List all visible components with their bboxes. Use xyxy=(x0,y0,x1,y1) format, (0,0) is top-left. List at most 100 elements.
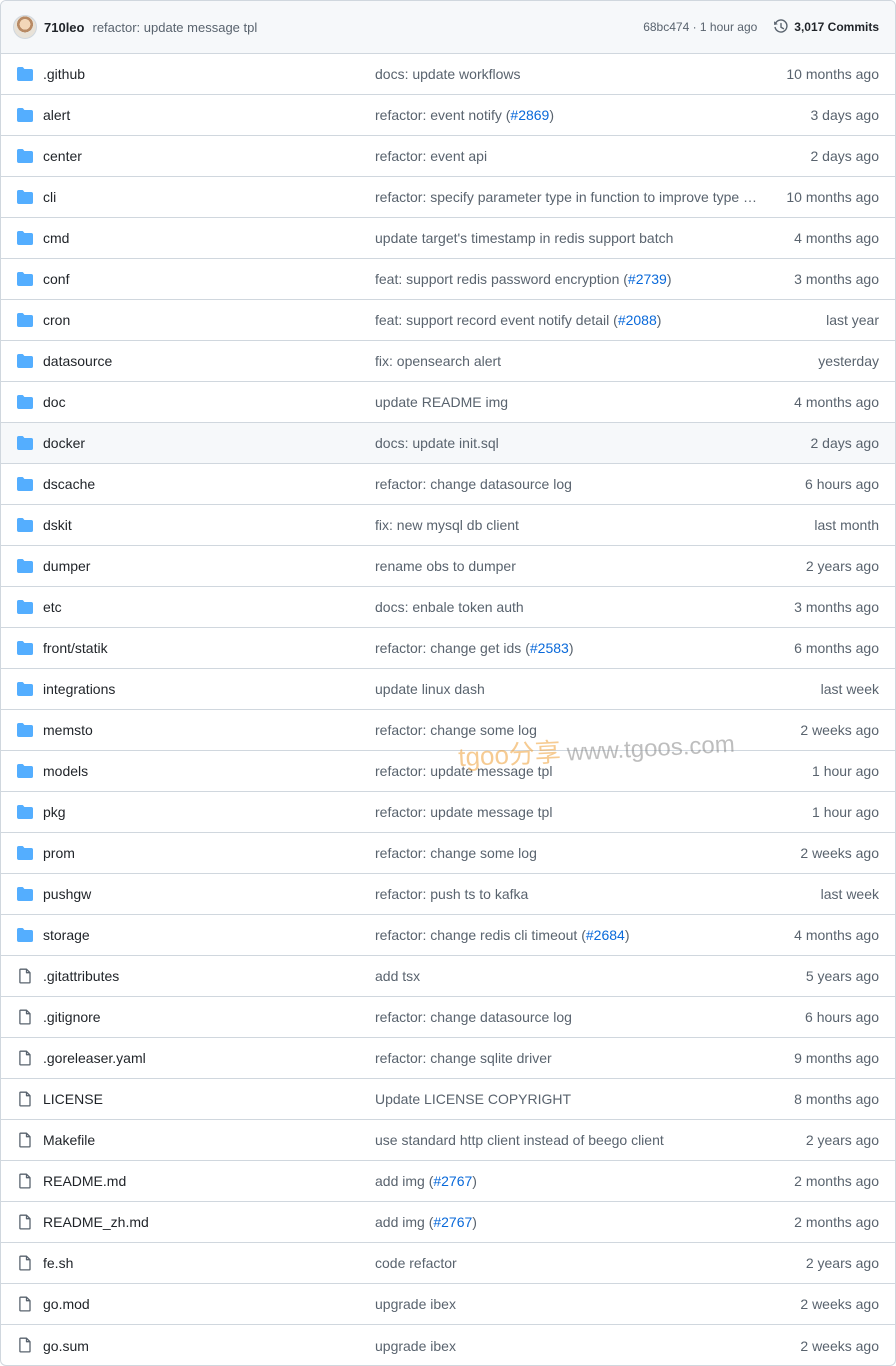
file-name[interactable]: integrations xyxy=(43,681,115,697)
commit-message-link[interactable]: refactor: update message tpl xyxy=(375,763,760,779)
file-name[interactable]: center xyxy=(43,148,82,164)
commit-message-link[interactable]: add tsx xyxy=(375,968,760,984)
file-name[interactable]: dumper xyxy=(43,558,90,574)
folder-row[interactable]: datasource fix: opensearch alert yesterday xyxy=(1,341,895,382)
commit-message-link[interactable]: use standard http client instead of beeg… xyxy=(375,1132,760,1148)
commits-link[interactable]: 3,017 Commits xyxy=(773,19,879,35)
file-name[interactable]: storage xyxy=(43,927,90,943)
commit-message-link[interactable]: refactor: change datasource log xyxy=(375,1009,760,1025)
commit-message-link[interactable]: fix: opensearch alert xyxy=(375,353,760,369)
commit-message-link[interactable]: docs: update workflows xyxy=(375,66,760,82)
pull-request-link[interactable]: #2767 xyxy=(433,1214,472,1230)
commit-message-link[interactable]: update target's timestamp in redis suppo… xyxy=(375,230,760,246)
commit-message-link[interactable]: refactor: change get ids (#2583) xyxy=(375,640,760,656)
commit-message-link[interactable]: refactor: specify parameter type in func… xyxy=(375,189,760,205)
file-name[interactable]: fe.sh xyxy=(43,1255,73,1271)
folder-row[interactable]: etc docs: enbale token auth 3 months ago xyxy=(1,587,895,628)
file-row[interactable]: README.md add img (#2767) 2 months ago xyxy=(1,1161,895,1202)
commit-message-link[interactable]: feat: support record event notify detail… xyxy=(375,312,760,328)
commit-message-link[interactable]: add img (#2767) xyxy=(375,1214,760,1230)
folder-row[interactable]: cli refactor: specify parameter type in f… xyxy=(1,177,895,218)
commit-message-link[interactable]: refactor: change redis cli timeout (#268… xyxy=(375,927,760,943)
commit-author[interactable]: 710leo xyxy=(44,20,84,35)
file-name[interactable]: go.mod xyxy=(43,1296,90,1312)
file-name[interactable]: Makefile xyxy=(43,1132,95,1148)
file-row[interactable]: go.mod upgrade ibex 2 weeks ago xyxy=(1,1284,895,1325)
commit-message-link[interactable]: docs: update init.sql xyxy=(375,435,760,451)
file-name[interactable]: .goreleaser.yaml xyxy=(43,1050,146,1066)
pull-request-link[interactable]: #2869 xyxy=(510,107,549,123)
folder-row[interactable]: cron feat: support record event notify de… xyxy=(1,300,895,341)
commit-message-link[interactable]: refactor: event api xyxy=(375,148,760,164)
commit-message-link[interactable]: refactor: event notify (#2869) xyxy=(375,107,760,123)
file-name[interactable]: pushgw xyxy=(43,886,91,902)
folder-row[interactable]: dskit fix: new mysql db client last month xyxy=(1,505,895,546)
folder-row[interactable]: pushgw refactor: push ts to kafka last wee… xyxy=(1,874,895,915)
commit-message-link[interactable]: rename obs to dumper xyxy=(375,558,760,574)
folder-row[interactable]: storage refactor: change redis cli timeou… xyxy=(1,915,895,956)
pull-request-link[interactable]: #2583 xyxy=(530,640,569,656)
folder-row[interactable]: prom refactor: change some log 2 weeks ago xyxy=(1,833,895,874)
file-row[interactable]: .gitignore refactor: change datasource lo… xyxy=(1,997,895,1038)
file-name[interactable]: .gitignore xyxy=(43,1009,101,1025)
file-name[interactable]: LICENSE xyxy=(43,1091,103,1107)
file-name[interactable]: cmd xyxy=(43,230,69,246)
folder-row[interactable]: center refactor: event api 2 days ago xyxy=(1,136,895,177)
file-name[interactable]: README_zh.md xyxy=(43,1214,149,1230)
commit-message-link[interactable]: refactor: change some log xyxy=(375,722,760,738)
file-row[interactable]: go.sum upgrade ibex 2 weeks ago xyxy=(1,1325,895,1365)
file-name[interactable]: memsto xyxy=(43,722,93,738)
folder-row[interactable]: docker docs: update init.sql 2 days ago xyxy=(1,423,895,464)
folder-row[interactable]: front/statik refactor: change get ids (#2… xyxy=(1,628,895,669)
commit-message-link[interactable]: fix: new mysql db client xyxy=(375,517,760,533)
pull-request-link[interactable]: #2684 xyxy=(586,927,625,943)
folder-row[interactable]: integrations update linux dash last week xyxy=(1,669,895,710)
avatar[interactable] xyxy=(13,15,37,39)
file-name[interactable]: front/statik xyxy=(43,640,108,656)
file-name[interactable]: alert xyxy=(43,107,70,123)
commit-message-link[interactable]: refactor: change sqlite driver xyxy=(375,1050,760,1066)
file-name[interactable]: datasource xyxy=(43,353,112,369)
file-name[interactable]: docker xyxy=(43,435,85,451)
commit-message-link[interactable]: add img (#2767) xyxy=(375,1173,760,1189)
file-name[interactable]: dscache xyxy=(43,476,95,492)
file-name[interactable]: etc xyxy=(43,599,62,615)
file-name[interactable]: dskit xyxy=(43,517,72,533)
file-row[interactable]: .gitattributes add tsx 5 years ago xyxy=(1,956,895,997)
folder-row[interactable]: models refactor: update message tpl 1 hour… xyxy=(1,751,895,792)
file-name[interactable]: cli xyxy=(43,189,56,205)
file-name[interactable]: README.md xyxy=(43,1173,126,1189)
file-row[interactable]: fe.sh code refactor 2 years ago xyxy=(1,1243,895,1284)
file-row[interactable]: LICENSE Update LICENSE COPYRIGHT 8 months … xyxy=(1,1079,895,1120)
commit-message-link[interactable]: docs: enbale token auth xyxy=(375,599,760,615)
file-name[interactable]: cron xyxy=(43,312,70,328)
file-row[interactable]: .goreleaser.yaml refactor: change sqlite … xyxy=(1,1038,895,1079)
file-row[interactable]: Makefile use standard http client instead… xyxy=(1,1120,895,1161)
folder-row[interactable]: dumper rename obs to dumper 2 years ago xyxy=(1,546,895,587)
commit-message-link[interactable]: refactor: change datasource log xyxy=(375,476,760,492)
file-row[interactable]: README_zh.md add img (#2767) 2 months ago xyxy=(1,1202,895,1243)
file-name[interactable]: conf xyxy=(43,271,69,287)
commit-message-link[interactable]: upgrade ibex xyxy=(375,1338,760,1354)
commit-message-link[interactable]: refactor: change some log xyxy=(375,845,760,861)
file-name[interactable]: .github xyxy=(43,66,85,82)
folder-row[interactable]: memsto refactor: change some log 2 weeks a… xyxy=(1,710,895,751)
folder-row[interactable]: conf feat: support redis password encrypt… xyxy=(1,259,895,300)
commit-meta[interactable]: 68bc474 · 1 hour ago xyxy=(643,20,757,34)
commit-message-link[interactable]: refactor: update message tpl xyxy=(375,804,760,820)
file-name[interactable]: models xyxy=(43,763,88,779)
commit-message[interactable]: refactor: update message tpl xyxy=(92,20,257,35)
pull-request-link[interactable]: #2088 xyxy=(618,312,657,328)
file-name[interactable]: .gitattributes xyxy=(43,968,119,984)
file-name[interactable]: go.sum xyxy=(43,1338,89,1354)
commit-message-link[interactable]: update linux dash xyxy=(375,681,760,697)
commit-message-link[interactable]: feat: support redis password encryption … xyxy=(375,271,760,287)
pull-request-link[interactable]: #2739 xyxy=(628,271,667,287)
folder-row[interactable]: cmd update target's timestamp in redis su… xyxy=(1,218,895,259)
commit-message-link[interactable]: Update LICENSE COPYRIGHT xyxy=(375,1091,760,1107)
pull-request-link[interactable]: #2767 xyxy=(433,1173,472,1189)
folder-row[interactable]: doc update README img 4 months ago xyxy=(1,382,895,423)
commit-message-link[interactable]: update README img xyxy=(375,394,760,410)
file-name[interactable]: doc xyxy=(43,394,66,410)
folder-row[interactable]: alert refactor: event notify (#2869) 3 day… xyxy=(1,95,895,136)
